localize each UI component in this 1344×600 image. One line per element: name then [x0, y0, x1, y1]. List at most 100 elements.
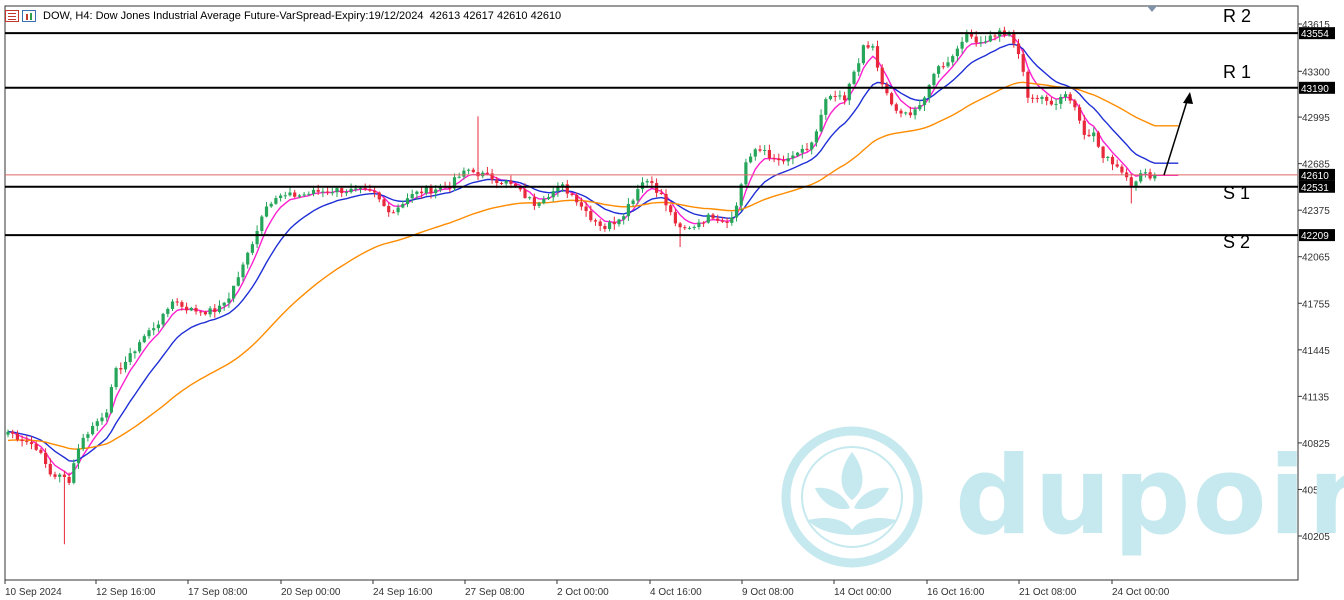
candle-body: [937, 66, 941, 74]
candle-body: [640, 182, 645, 190]
chart-type-icon[interactable]: [22, 10, 36, 22]
candle-body: [833, 95, 837, 97]
candle-body: [76, 448, 81, 464]
candle-body: [984, 41, 988, 43]
candle-body: [1087, 134, 1091, 137]
candle-body: [1082, 120, 1086, 135]
candle-body: [236, 277, 240, 286]
candle-body: [499, 182, 504, 184]
candle-body: [523, 189, 527, 198]
candle-body: [274, 198, 278, 204]
candle-body: [95, 421, 99, 426]
candle-body: [918, 105, 922, 110]
candle-body: [255, 231, 259, 245]
logo-base: [808, 518, 896, 535]
candle-body: [420, 191, 424, 194]
candle-body: [946, 62, 950, 67]
candle-body: [34, 444, 38, 450]
x-tick-label: 12 Sep 16:00: [96, 587, 156, 598]
candle-body: [810, 142, 814, 150]
x-tick-label: 24 Sep 16:00: [373, 587, 433, 598]
y-tick-label: 42065: [1302, 253, 1330, 264]
candle-body: [429, 186, 433, 194]
candle-body: [603, 225, 607, 229]
x-tick-label: 17 Sep 08:00: [188, 587, 248, 598]
candle-body: [584, 206, 588, 212]
candle-body: [203, 311, 207, 315]
candle-body: [1092, 132, 1096, 137]
candle-body: [161, 313, 165, 325]
candle-body: [960, 41, 964, 49]
candle-body: [100, 417, 104, 422]
candle-body: [138, 342, 142, 352]
level-name-label: R 1: [1223, 62, 1251, 82]
candle-body: [175, 301, 179, 303]
logo-leaf-top: [841, 452, 863, 500]
candle-body: [852, 71, 856, 84]
price-chart[interactable]: 43554R 243190R 142531S 142209S 242610 43…: [0, 0, 1344, 600]
candle-body: [147, 330, 151, 337]
candle-body: [777, 158, 781, 161]
ma-5-line: [7, 33, 1179, 477]
candle-body: [368, 189, 372, 191]
candle-body: [485, 172, 489, 174]
moving-averages: [7, 33, 1179, 477]
candle-body: [871, 46, 875, 48]
candle-body: [105, 412, 109, 418]
instrument-description: Dow Jones Industrial Average Future-VarS…: [95, 10, 424, 22]
candle-body: [434, 189, 438, 194]
level-name-label: S 2: [1223, 232, 1250, 252]
x-tick-label: 20 Sep 00:00: [281, 587, 341, 598]
candle-body: [814, 131, 818, 143]
candle-body: [335, 188, 339, 193]
candle-body: [537, 203, 541, 206]
candle-body: [593, 220, 598, 222]
candle-body: [39, 449, 43, 453]
y-tick-label: 40205: [1302, 532, 1330, 543]
candle-body: [1026, 71, 1030, 98]
candle-body: [786, 158, 790, 162]
candle-body: [575, 194, 579, 203]
candle-body: [109, 387, 113, 413]
candle-body: [1134, 181, 1138, 186]
candle-body: [908, 112, 912, 116]
candle-body: [279, 195, 283, 199]
y-tick-label: 40515: [1302, 485, 1330, 496]
candle-body: [344, 192, 348, 194]
candle-body: [1110, 156, 1115, 165]
candle-body: [1096, 132, 1100, 147]
y-tick-label: 42995: [1302, 113, 1330, 124]
candle-body: [377, 192, 381, 200]
x-tick-label: 10 Sep 2024: [5, 587, 62, 598]
candle-body: [269, 203, 273, 207]
candle-body: [1021, 54, 1025, 72]
candle-body: [199, 311, 203, 313]
candle-body: [311, 189, 316, 194]
candle-body: [692, 226, 696, 228]
candle-body: [904, 112, 908, 114]
candle-body: [114, 368, 118, 388]
candle-body: [123, 361, 128, 370]
level-name-label: S 1: [1223, 183, 1250, 203]
candle-body: [805, 148, 809, 150]
candle-body: [880, 67, 884, 85]
candle-body: [302, 194, 306, 196]
candle-body: [44, 452, 48, 465]
candle-body: [528, 197, 532, 199]
candle-body: [213, 308, 217, 312]
candle-body: [1045, 96, 1049, 101]
candle-body: [932, 73, 936, 86]
candle-body: [622, 216, 626, 220]
candle-body: [58, 474, 62, 477]
candle-body: [824, 99, 828, 115]
candle-body: [401, 204, 405, 208]
x-tick-label: 4 Oct 16:00: [650, 587, 702, 598]
chart-header: DOW, H4: Dow Jones Industrial Average Fu…: [5, 6, 561, 26]
annotations: [1163, 92, 1193, 176]
candle-body: [471, 169, 475, 173]
candle-body: [645, 181, 649, 183]
candle-body: [415, 191, 419, 195]
candle-body: [951, 56, 955, 63]
x-tick-label: 9 Oct 08:00: [742, 587, 794, 598]
menu-icon[interactable]: [5, 10, 19, 22]
